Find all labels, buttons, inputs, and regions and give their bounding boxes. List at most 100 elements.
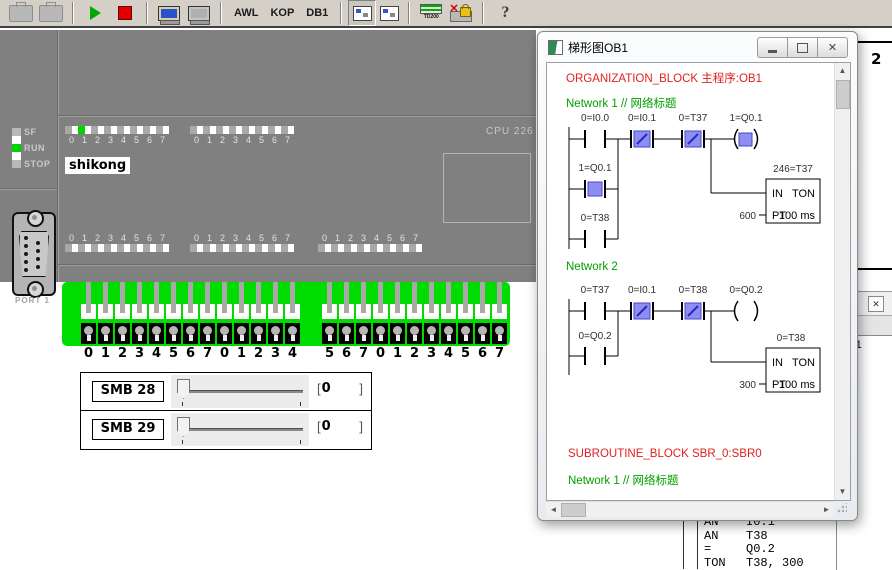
input-switch[interactable] (372, 282, 389, 346)
input-switch[interactable] (423, 282, 440, 346)
switch-lever[interactable] (361, 282, 366, 313)
smb29-slider[interactable] (171, 413, 309, 446)
terminal-number-labels: 56701234567 (321, 346, 508, 361)
run-button[interactable] (82, 1, 108, 25)
input-switch[interactable] (267, 282, 284, 346)
bulb-icon (220, 326, 229, 335)
input-switch[interactable] (165, 282, 182, 346)
input-switch[interactable] (321, 282, 338, 346)
close-button[interactable]: ✕ (817, 37, 848, 58)
bulb-icon (325, 326, 334, 335)
input-switch[interactable] (284, 282, 301, 346)
switch-lever[interactable] (86, 282, 91, 313)
switch-lever[interactable] (446, 282, 451, 313)
input-switch[interactable] (97, 282, 114, 346)
led-number-labels: 01234567 (318, 233, 422, 243)
led-number: 4 (242, 233, 255, 243)
ladder-view-button[interactable] (348, 0, 376, 26)
scroll-down-arrow[interactable]: ▼ (835, 484, 850, 500)
minimize-button[interactable] (757, 37, 788, 58)
scroll-left-arrow[interactable]: ◄ (546, 502, 561, 517)
switch-lever[interactable] (429, 282, 434, 313)
switch-lever[interactable] (378, 282, 383, 313)
scroll-up-arrow[interactable]: ▲ (835, 63, 850, 79)
download-button[interactable] (156, 1, 182, 25)
db1-view-button[interactable]: DB1 (300, 7, 334, 19)
input-switch[interactable] (114, 282, 131, 346)
switch-lever[interactable] (222, 282, 227, 313)
slider-track[interactable] (179, 428, 303, 431)
switch-lever[interactable] (120, 282, 125, 313)
input-switch[interactable] (216, 282, 233, 346)
timer-value-label: 246=T37 (773, 164, 813, 175)
led-number: 7 (156, 233, 169, 243)
horizontal-scroll-thumb[interactable] (561, 503, 586, 517)
input-switch[interactable] (406, 282, 423, 346)
input-switch[interactable] (474, 282, 491, 346)
switch-lever[interactable] (239, 282, 244, 313)
stop-button[interactable] (112, 1, 138, 25)
close-button[interactable]: ✕ (868, 296, 884, 312)
connector-pin (24, 252, 28, 256)
resize-grip[interactable] (837, 503, 847, 513)
switch-lever[interactable] (273, 282, 278, 313)
ladder-window: 梯形图OB1 ✕ ORGANIZATION_BLOCK 主程序:OB1 Netw… (537, 31, 858, 521)
switch-lever[interactable] (344, 282, 349, 313)
input-switch[interactable] (131, 282, 148, 346)
awl-editor-button-disabled[interactable] (8, 1, 34, 25)
input-switch[interactable] (250, 282, 267, 346)
lock-button[interactable]: ✕ (448, 1, 474, 25)
input-switch[interactable] (389, 282, 406, 346)
horizontal-scrollbar[interactable]: ◄ ► (546, 501, 834, 517)
switch-lever[interactable] (171, 282, 176, 313)
input-switch[interactable] (80, 282, 97, 346)
input-switch[interactable] (440, 282, 457, 346)
input-switch[interactable] (199, 282, 216, 346)
input-switch[interactable] (355, 282, 372, 346)
chart-window-icon (380, 6, 399, 21)
switch-lever[interactable] (290, 282, 295, 313)
status-chart-button[interactable] (376, 1, 402, 25)
switch-lever[interactable] (497, 282, 502, 313)
input-switch[interactable] (491, 282, 508, 346)
switch-lever[interactable] (154, 282, 159, 313)
td200-button[interactable]: TD200 (418, 1, 444, 25)
kop-view-button[interactable]: KOP (264, 7, 300, 19)
switch-lever[interactable] (327, 282, 332, 313)
switch-lever[interactable] (480, 282, 485, 313)
switch-lever[interactable] (395, 282, 400, 313)
db1-editor-button-disabled[interactable] (38, 1, 64, 25)
switch-lever[interactable] (205, 282, 210, 313)
bulb-icon (152, 326, 161, 335)
input-switch[interactable] (338, 282, 355, 346)
vertical-scroll-thumb[interactable] (836, 80, 850, 109)
input-switch[interactable] (148, 282, 165, 346)
contact-label: 0=T38 (581, 213, 610, 224)
switch-lever[interactable] (103, 282, 108, 313)
switch-lever[interactable] (463, 282, 468, 313)
input-switch[interactable] (182, 282, 199, 346)
led-number: 3 (104, 135, 117, 145)
switch-lever[interactable] (188, 282, 193, 313)
vertical-scrollbar[interactable]: ▲ ▼ (834, 63, 850, 500)
led-number: 7 (281, 135, 294, 145)
input-switch[interactable] (233, 282, 250, 346)
slider-thumb[interactable] (177, 417, 190, 437)
help-button[interactable]: ? (492, 1, 518, 25)
status-led-label: RUN (24, 143, 45, 153)
input-switch[interactable] (457, 282, 474, 346)
awl-view-button[interactable]: AWL (228, 7, 264, 19)
smb28-slider[interactable] (171, 375, 309, 408)
switch-lever[interactable] (412, 282, 417, 313)
window-titlebar[interactable]: 梯形图OB1 (548, 39, 628, 56)
switch-lever[interactable] (137, 282, 142, 313)
maximize-button[interactable] (787, 37, 818, 58)
switch-lever[interactable] (256, 282, 261, 313)
scroll-right-arrow[interactable]: ► (819, 502, 834, 517)
slider-thumb[interactable] (177, 379, 190, 399)
bulb-base (379, 335, 383, 341)
status-led-spacer (12, 136, 21, 144)
upload-button-disabled[interactable] (186, 1, 212, 25)
port1-connector (12, 212, 56, 296)
slider-track[interactable] (179, 390, 303, 393)
